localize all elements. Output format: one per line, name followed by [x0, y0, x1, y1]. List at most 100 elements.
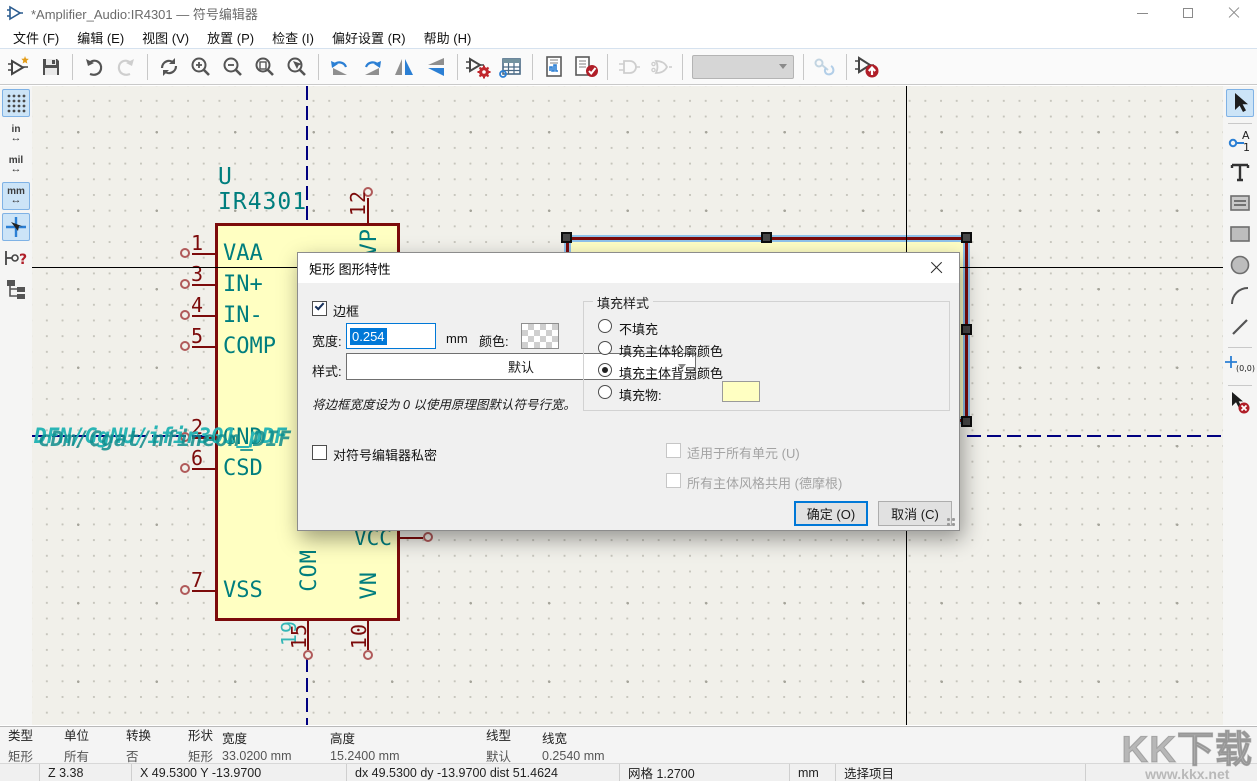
cursor-crosshair-vertical	[906, 531, 907, 725]
place-text-button[interactable]	[1226, 158, 1254, 186]
maximize-button[interactable]	[1165, 0, 1211, 26]
fill-custom-label[interactable]: 填充物:	[619, 385, 662, 404]
fill-none-radio[interactable]	[598, 319, 612, 333]
border-width-input[interactable]: 0.254	[346, 323, 436, 349]
symbol-field-text[interactable]: cDm/Cgat/nfineon_DIF	[38, 427, 291, 451]
refresh-view-button[interactable]	[153, 52, 185, 82]
delete-tool-button[interactable]	[1226, 389, 1254, 417]
dialog-close-button[interactable]	[914, 253, 959, 282]
minimize-button[interactable]	[1119, 0, 1165, 26]
resize-handle-right-middle[interactable]	[961, 324, 972, 335]
line-tool-icon	[1229, 316, 1251, 338]
line-style-value: 默认	[508, 357, 534, 376]
zoom-to-selection-button[interactable]	[281, 52, 313, 82]
x-axis-line	[967, 435, 1223, 437]
toolbar-separator	[846, 54, 847, 80]
show-datasheet-button[interactable]	[538, 52, 570, 82]
units-mm-button[interactable]: mm ↔	[2, 182, 30, 210]
place-pin-button[interactable]: A1	[1226, 127, 1254, 155]
cancel-button[interactable]: 取消 (C)	[878, 501, 952, 526]
unit-select-dropdown	[692, 55, 794, 79]
right-toolbar: A1 (0,0)	[1223, 86, 1257, 725]
undo-button[interactable]	[78, 52, 110, 82]
draw-arc-button[interactable]	[1226, 282, 1254, 310]
border-width-value: 0.254	[350, 328, 387, 345]
private-checkbox-label[interactable]: 对符号编辑器私密	[333, 445, 437, 464]
mirror-vertical-button[interactable]	[420, 52, 452, 82]
resize-handle-top-left[interactable]	[561, 232, 572, 243]
pin-table-button[interactable]	[495, 52, 527, 82]
export-symbol-button[interactable]	[852, 52, 884, 82]
ok-button[interactable]: 确定 (O)	[794, 501, 868, 526]
menu-bar: 文件 (F) 编辑 (E) 视图 (V) 放置 (P) 检查 (I) 偏好设置 …	[0, 26, 1257, 48]
sync-pins-button	[809, 52, 841, 82]
symbol-tree-button[interactable]	[2, 275, 30, 303]
menu-inspect[interactable]: 检查 (I)	[263, 26, 323, 49]
units-inches-button[interactable]: in ↔	[2, 120, 30, 148]
save-button[interactable]	[35, 52, 67, 82]
close-button[interactable]	[1211, 0, 1257, 26]
menu-edit[interactable]: 编辑 (E)	[68, 26, 133, 49]
place-textbox-button[interactable]	[1226, 189, 1254, 217]
menu-place[interactable]: 放置 (P)	[198, 26, 263, 49]
select-tool-button[interactable]	[1226, 89, 1254, 117]
rotate-ccw-button[interactable]	[324, 52, 356, 82]
symbol-properties-button[interactable]	[463, 52, 495, 82]
border-width-note: 将边框宽度设为 0 以使用原理图默认符号行宽。	[312, 394, 576, 413]
menu-view[interactable]: 视图 (V)	[133, 26, 198, 49]
resize-handle-bottom-right[interactable]	[961, 416, 972, 427]
dialog-title-bar[interactable]: 矩形 图形特性	[298, 253, 959, 283]
sync-pins-icon	[813, 55, 837, 79]
fill-background-color-radio[interactable]	[598, 363, 612, 377]
pin-name: COMP	[223, 334, 276, 359]
mirror-vertical-icon	[424, 55, 448, 79]
crosshair-cursor-icon	[5, 216, 27, 238]
border-color-swatch[interactable]	[521, 323, 559, 349]
zoom-in-button[interactable]	[185, 52, 217, 82]
rotate-cw-icon	[360, 55, 384, 79]
toolbar-separator	[1228, 385, 1252, 386]
pin-name: COM	[297, 549, 322, 592]
check-symbol-button[interactable]	[570, 52, 602, 82]
symbol-reference[interactable]: U	[218, 164, 233, 190]
fill-outline-color-radio[interactable]	[598, 341, 612, 355]
draw-line-button[interactable]	[1226, 313, 1254, 341]
mirror-horizontal-button[interactable]	[388, 52, 420, 82]
menu-preferences[interactable]: 偏好设置 (R)	[323, 26, 415, 49]
menu-file[interactable]: 文件 (F)	[4, 26, 68, 49]
fill-background-color-label[interactable]: 填充主体背景颜色	[619, 363, 723, 382]
fill-outline-color-label[interactable]: 填充主体轮廓颜色	[619, 341, 723, 360]
title-bar: *Amplifier_Audio:IR4301 — 符号编辑器	[0, 0, 1257, 26]
toggle-grid-button[interactable]	[2, 89, 30, 117]
pin-electrical-types-button[interactable]: ?	[2, 244, 30, 272]
rotate-cw-button[interactable]	[356, 52, 388, 82]
width-arrow-icon: ↔	[11, 165, 22, 174]
resize-handle-top-right[interactable]	[961, 232, 972, 243]
symbol-tree-icon	[5, 278, 27, 300]
draw-rectangle-button[interactable]	[1226, 220, 1254, 248]
info-value: 15.2400 mm	[330, 749, 486, 763]
fill-color-swatch[interactable]	[722, 381, 760, 402]
toolbar-separator	[1228, 123, 1252, 124]
status-mode: 选择项目	[836, 764, 1086, 781]
demorgan-standard-button	[613, 52, 645, 82]
symbol-value[interactable]: IR4301	[218, 189, 307, 215]
set-anchor-button[interactable]: (0,0)	[1226, 351, 1254, 379]
border-checkbox[interactable]	[312, 301, 327, 316]
info-header: 单位	[64, 725, 126, 744]
fill-none-label[interactable]: 不填充	[619, 319, 658, 338]
crosshair-cursor-button[interactable]	[2, 213, 30, 241]
resize-handle-top-center[interactable]	[761, 232, 772, 243]
units-mils-button[interactable]: mil ↔	[2, 151, 30, 179]
fill-custom-radio[interactable]	[598, 385, 612, 399]
new-symbol-button[interactable]	[3, 52, 35, 82]
zoom-out-button[interactable]	[217, 52, 249, 82]
private-checkbox[interactable]	[312, 445, 327, 460]
apply-all-units-checkbox	[666, 443, 681, 458]
menu-help[interactable]: 帮助 (H)	[415, 26, 481, 49]
zoom-to-fit-button[interactable]	[249, 52, 281, 82]
dialog-resize-grip[interactable]	[945, 516, 957, 528]
draw-circle-button[interactable]	[1226, 251, 1254, 279]
border-checkbox-label[interactable]: 边框	[333, 301, 359, 320]
pin-line[interactable]	[400, 537, 423, 539]
